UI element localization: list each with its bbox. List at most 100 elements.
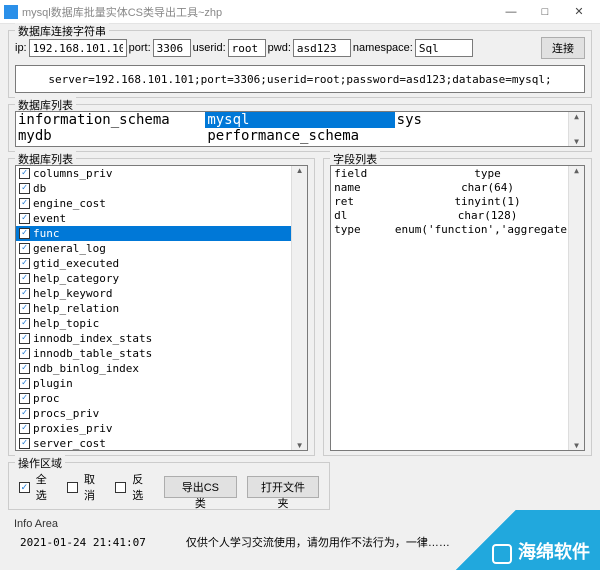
ip-input[interactable] [29,39,127,57]
checkbox-icon[interactable]: ✓ [19,378,30,389]
table-row[interactable]: ✓db [16,181,307,196]
app-icon [4,5,18,19]
field-header: fieldtype [332,167,583,181]
checkbox-icon[interactable]: ✓ [19,423,30,434]
database-item[interactable]: mysql [205,112,394,128]
namespace-input[interactable] [415,39,473,57]
tables-listbox[interactable]: ✓columns_priv✓db✓engine_cost✓event✓func✓… [15,165,308,451]
pwd-input[interactable] [293,39,351,57]
timestamp: 2021-01-24 21:41:07 [20,536,146,549]
table-row[interactable]: ✓help_keyword [16,286,307,301]
table-row[interactable]: ✓proc [16,391,307,406]
table-name: innodb_index_stats [33,332,152,345]
table-row[interactable]: ✓help_topic [16,316,307,331]
footer-note: 仅供个人学习交流使用，请勿用作不法行为，一律…… [186,534,450,550]
checkbox-icon[interactable]: ✓ [19,273,30,284]
table-row[interactable]: ✓general_log [16,241,307,256]
userid-label: userid: [193,42,226,54]
port-input[interactable] [153,39,191,57]
operations-legend: 操作区域 [15,455,65,471]
table-name: general_log [33,242,106,255]
fields-group: 字段列表 fieldtypenamechar(64)rettinyint(1)d… [323,158,592,456]
checkbox-icon[interactable]: ✓ [19,318,30,329]
checkbox-icon[interactable]: ✓ [19,408,30,419]
select-all-checkbox[interactable]: ✓全选 [19,471,57,503]
checkbox-icon[interactable]: ✓ [19,438,30,449]
checkbox-icon[interactable]: ✓ [19,333,30,344]
table-row[interactable]: ✓proxies_priv [16,421,307,436]
cancel-checkbox[interactable]: 取消 [67,471,105,503]
database-listbox[interactable]: information_schemamysqlsys mydbperformanc… [15,111,585,147]
checkbox-icon[interactable]: ✓ [19,348,30,359]
table-row[interactable]: ✓innodb_table_stats [16,346,307,361]
pwd-label: pwd: [268,42,291,54]
connect-button[interactable]: 连接 [541,37,585,59]
field-row: typeenum('function','aggregate') [332,223,583,237]
operations-group: 操作区域 ✓全选 取消 反选 导出CS类 打开文件夹 [8,462,330,510]
fields-listbox: fieldtypenamechar(64)rettinyint(1)dlchar… [330,165,585,451]
database-item[interactable]: mydb [16,128,205,144]
connection-string-display: server=192.168.101.101;port=3306;userid=… [15,65,585,93]
maximize-button[interactable]: □ [528,0,562,24]
checkbox-icon[interactable]: ✓ [19,243,30,254]
database-list-group: 数据库列表 information_schemamysqlsysmydbperf… [8,104,592,152]
export-button[interactable]: 导出CS类 [164,476,237,498]
table-name: help_topic [33,317,99,330]
table-row[interactable]: ✓event [16,211,307,226]
table-row[interactable]: ✓help_relation [16,301,307,316]
checkbox-icon[interactable]: ✓ [19,393,30,404]
namespace-label: namespace: [353,42,413,54]
table-name: innodb_table_stats [33,347,152,360]
invert-checkbox[interactable]: 反选 [115,471,153,503]
footer: 2021-01-24 21:41:07 仅供个人学习交流使用，请勿用作不法行为，… [8,532,592,552]
database-item[interactable]: performance_schema [205,128,394,144]
field-row: rettinyint(1) [332,195,583,209]
checkbox-icon[interactable]: ✓ [19,198,30,209]
field-row: dlchar(128) [332,209,583,223]
table-name: columns_priv [33,167,112,180]
checkbox-icon[interactable]: ✓ [19,258,30,269]
table-row[interactable]: ✓engine_cost [16,196,307,211]
table-name: procs_priv [33,407,99,420]
checkbox-icon[interactable]: ✓ [19,303,30,314]
table-row[interactable]: ✓plugin [16,376,307,391]
checkbox-icon[interactable]: ✓ [19,168,30,179]
checkbox-icon[interactable]: ✓ [19,228,30,239]
scrollbar[interactable] [568,112,584,146]
table-name: ndb_binlog_index [33,362,139,375]
table-row[interactable]: ✓columns_priv [16,166,307,181]
checkbox-icon[interactable]: ✓ [19,213,30,224]
close-button[interactable]: ✕ [562,0,596,24]
table-row[interactable]: ✓procs_priv [16,406,307,421]
connection-group: 数据库连接字符串 ip: port: userid: pwd: namespac… [8,30,592,98]
table-name: event [33,212,66,225]
table-row[interactable]: ✓help_category [16,271,307,286]
table-name: gtid_executed [33,257,119,270]
scrollbar[interactable] [291,166,307,450]
table-row[interactable]: ✓ndb_binlog_index [16,361,307,376]
minimize-button[interactable]: — [494,0,528,24]
table-row[interactable]: ✓gtid_executed [16,256,307,271]
open-folder-button[interactable]: 打开文件夹 [247,476,319,498]
scrollbar[interactable] [568,166,584,450]
checkbox-icon[interactable]: ✓ [19,363,30,374]
table-name: proc [33,392,60,405]
table-name: help_category [33,272,119,285]
userid-input[interactable] [228,39,266,57]
table-name: engine_cost [33,197,106,210]
port-label: port: [129,42,151,54]
table-row[interactable]: ✓server_cost [16,436,307,451]
table-name: db [33,182,46,195]
checkbox-icon[interactable]: ✓ [19,183,30,194]
window-title: mysql数据库批量实体CS类导出工具~zhp [22,4,494,20]
database-item[interactable]: sys [395,112,584,128]
table-name: func [33,227,60,240]
tables-group: 数据库列表 ✓columns_priv✓db✓engine_cost✓event… [8,158,315,456]
database-item[interactable]: information_schema [16,112,205,128]
field-row: namechar(64) [332,181,583,195]
table-name: help_relation [33,302,119,315]
checkbox-icon[interactable]: ✓ [19,288,30,299]
table-row[interactable]: ✓innodb_index_stats [16,331,307,346]
database-item[interactable] [395,128,584,144]
table-row[interactable]: ✓func [16,226,307,241]
